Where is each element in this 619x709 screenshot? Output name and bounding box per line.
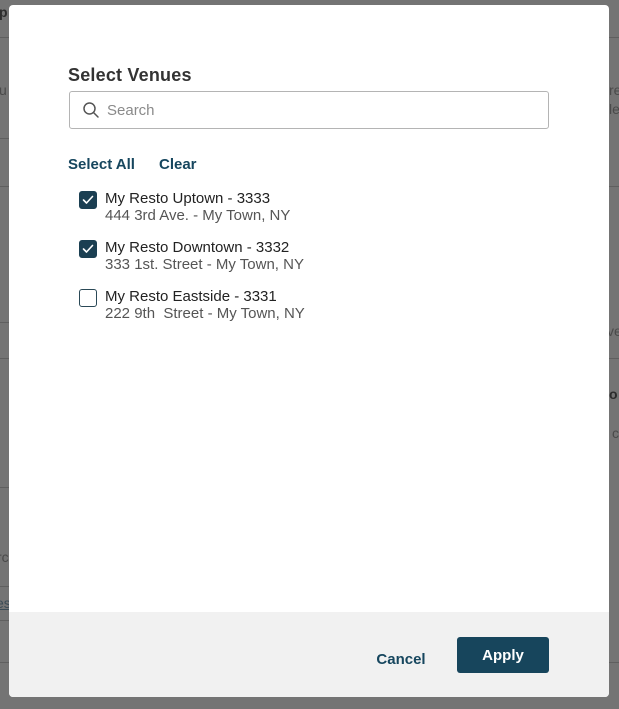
modal-title: Select Venues [68, 65, 192, 85]
venue-address: 444 3rd Ave. - My Town, NY [105, 207, 291, 224]
venue-list: My Resto Uptown - 3333 444 3rd Ave. - My… [79, 189, 499, 336]
venue-item-downtown[interactable]: My Resto Downtown - 3332 333 1st. Street… [79, 238, 499, 287]
background-divider [0, 620, 9, 621]
background-divider [0, 186, 9, 187]
background-divider [0, 662, 9, 663]
background-text: le [609, 101, 619, 117]
venue-item-eastside[interactable]: My Resto Eastside - 3331 222 9th Street … [79, 287, 499, 336]
venue-item-uptown[interactable]: My Resto Uptown - 3333 444 3rd Ave. - My… [79, 189, 499, 238]
clear-link[interactable]: Clear [159, 156, 197, 173]
selection-actions: Select All Clear [68, 156, 197, 173]
venue-name: My Resto Eastside - 3331 [105, 288, 277, 305]
venue-name: My Resto Downtown - 3332 [105, 239, 290, 256]
background-text: p [0, 4, 8, 20]
checkmark-icon [82, 195, 94, 204]
modal-footer: Cancel Apply [9, 612, 609, 697]
background-text: u [0, 82, 7, 98]
background-divider [609, 358, 619, 359]
background-divider [609, 37, 619, 38]
search-input[interactable] [107, 92, 548, 128]
venue-checkbox-eastside[interactable] [79, 289, 97, 307]
venue-address: 333 1st. Street - My Town, NY [105, 256, 304, 273]
venue-address: 222 9th Street - My Town, NY [105, 305, 305, 322]
apply-button[interactable]: Apply [457, 637, 549, 673]
select-all-link[interactable]: Select All [68, 156, 135, 173]
venue-name: My Resto Uptown - 3333 [105, 190, 271, 207]
background-divider [609, 186, 619, 187]
background-text: re [609, 82, 619, 98]
background-divider [0, 358, 9, 359]
venue-checkbox-downtown[interactable] [79, 240, 97, 258]
background-divider [0, 487, 9, 488]
cancel-button[interactable]: Cancel [361, 642, 441, 676]
venue-checkbox-uptown[interactable] [79, 191, 97, 209]
background-divider [0, 37, 9, 38]
search-icon [81, 100, 101, 120]
background-text: rc [0, 549, 9, 565]
background-divider [609, 662, 619, 663]
select-venues-modal: Select Venues Select All Clear My Resto … [9, 5, 609, 697]
background-divider [0, 586, 9, 587]
checkmark-icon [82, 244, 94, 253]
background-divider [0, 138, 9, 139]
background-text: c [612, 425, 619, 441]
background-text: o [609, 386, 618, 402]
search-box[interactable] [69, 91, 549, 129]
background-divider [0, 322, 9, 323]
